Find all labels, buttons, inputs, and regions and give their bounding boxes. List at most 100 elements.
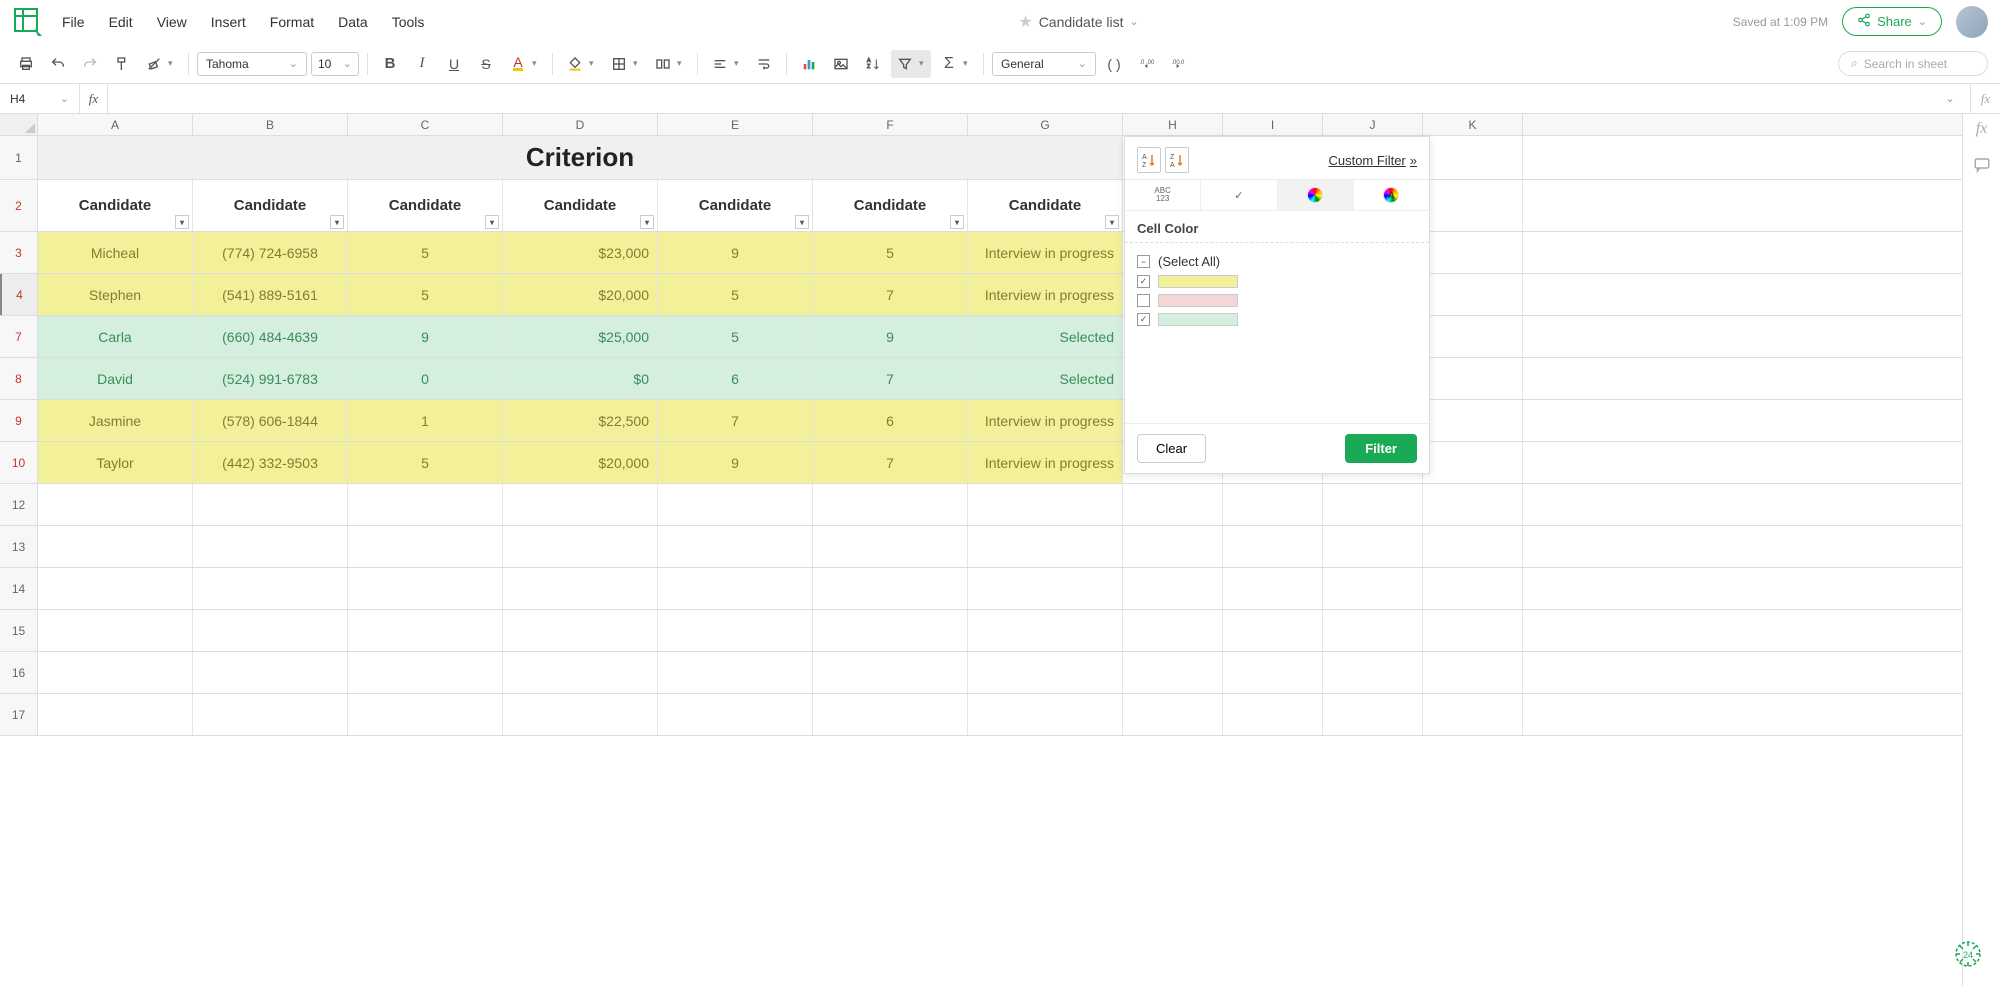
cell[interactable]: Selected [968,316,1123,357]
cell[interactable] [658,484,813,525]
chart-icon[interactable] [795,50,823,78]
filter-color-item[interactable] [1137,310,1417,329]
filter-tab-value[interactable]: ✓ [1201,180,1277,210]
cell[interactable] [813,526,968,567]
chevron-down-icon[interactable]: ▾ [963,58,975,69]
cell[interactable]: $0 [503,358,658,399]
cell[interactable]: $23,000 [503,232,658,273]
cell[interactable] [658,610,813,651]
filter-dropdown-icon[interactable]: ▾ [485,215,499,229]
cell[interactable] [503,484,658,525]
align-icon[interactable] [706,50,734,78]
image-icon[interactable] [827,50,855,78]
cell[interactable] [348,694,503,735]
checkbox-icon[interactable] [1137,313,1150,326]
cell[interactable] [503,694,658,735]
wrap-text-icon[interactable] [750,50,778,78]
cell[interactable] [968,694,1123,735]
cell[interactable]: $25,000 [503,316,658,357]
checkbox-icon[interactable] [1137,275,1150,288]
cell[interactable] [1123,652,1223,693]
menu-tools[interactable]: Tools [392,14,425,30]
cell[interactable]: Interview in progress [968,400,1123,441]
cell[interactable] [813,484,968,525]
filter-tab-text-color[interactable]: A [1354,180,1429,210]
cell[interactable] [38,694,193,735]
cell[interactable] [348,610,503,651]
cell[interactable] [348,484,503,525]
format-painter-icon[interactable] [108,50,136,78]
cell[interactable]: 0 [348,358,503,399]
clear-button[interactable]: Clear [1137,434,1206,463]
cell[interactable] [1323,694,1423,735]
cell[interactable] [1423,526,1523,567]
cell[interactable]: 7 [658,400,813,441]
cell[interactable]: (774) 724-6958 [193,232,348,273]
cell[interactable]: 9 [348,316,503,357]
sigma-icon[interactable]: Σ [935,50,963,78]
menu-edit[interactable]: Edit [109,14,133,30]
cell[interactable] [1323,526,1423,567]
user-avatar[interactable] [1956,6,1988,38]
column-header-a[interactable]: A [38,114,193,135]
cell[interactable] [193,568,348,609]
number-format-select[interactable]: General⌄ [992,52,1096,76]
cell[interactable]: 5 [813,232,968,273]
clear-format-icon[interactable] [140,50,168,78]
chevron-down-icon[interactable]: ⌄ [1945,92,1954,105]
cell[interactable] [1423,136,1523,179]
cell[interactable] [658,694,813,735]
row-header[interactable]: 10 [0,442,38,483]
filter-select-all[interactable]: (Select All) [1137,251,1417,272]
cell[interactable] [968,484,1123,525]
cell[interactable] [1123,568,1223,609]
row-header[interactable]: 3 [0,232,38,273]
cell[interactable] [813,568,968,609]
cell[interactable]: $20,000 [503,442,658,483]
row-header[interactable]: 12 [0,484,38,525]
cell[interactable] [1323,652,1423,693]
cell[interactable] [968,652,1123,693]
filter-icon[interactable] [891,50,919,78]
bold-icon[interactable]: B [376,50,404,78]
increase-decimal-icon[interactable]: .00.0 [1164,50,1192,78]
fill-color-icon[interactable] [561,50,589,78]
cell[interactable] [1423,316,1523,357]
filter-dropdown-icon[interactable]: ▾ [175,215,189,229]
filter-button[interactable]: Filter [1345,434,1417,463]
underline-icon[interactable]: U [440,50,468,78]
cell[interactable] [193,526,348,567]
cell[interactable] [968,568,1123,609]
cell[interactable] [658,652,813,693]
chevron-down-icon[interactable]: ⌄ [1130,15,1139,28]
cell[interactable]: 7 [813,274,968,315]
cell[interactable]: David [38,358,193,399]
sort-icon[interactable]: AZ [859,50,887,78]
header-cell[interactable]: Candidate▾ [348,180,503,231]
cell[interactable] [968,610,1123,651]
cell[interactable] [193,610,348,651]
cell[interactable]: 5 [348,274,503,315]
italic-icon[interactable]: I [408,50,436,78]
filter-dropdown-icon[interactable]: ▾ [795,215,809,229]
column-header-c[interactable]: C [348,114,503,135]
cell[interactable]: 7 [813,442,968,483]
column-header-g[interactable]: G [968,114,1123,135]
help-fab-icon[interactable]: 24 [1950,936,1986,972]
filter-dropdown-icon[interactable]: ▾ [1105,215,1119,229]
filter-color-item[interactable] [1137,272,1417,291]
fx-sidebar-icon[interactable]: fx [1976,120,1988,138]
cell[interactable] [1423,442,1523,483]
cell[interactable]: 7 [813,358,968,399]
cell[interactable] [1323,610,1423,651]
cell[interactable]: (541) 889-5161 [193,274,348,315]
cell[interactable]: (442) 332-9503 [193,442,348,483]
cell[interactable] [1323,484,1423,525]
cell[interactable] [1423,652,1523,693]
cell[interactable] [658,526,813,567]
cell[interactable] [1123,526,1223,567]
cell[interactable]: 5 [658,316,813,357]
menu-insert[interactable]: Insert [211,14,246,30]
cell[interactable] [193,484,348,525]
cell[interactable] [1223,694,1323,735]
